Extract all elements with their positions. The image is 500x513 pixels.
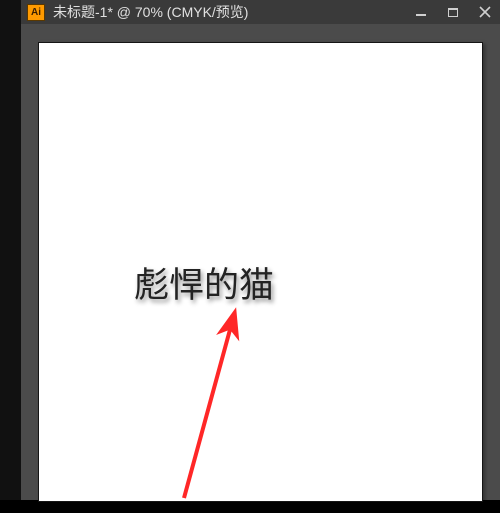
artboard[interactable]: 彪悍的猫 [38, 42, 483, 502]
maximize-button[interactable] [444, 8, 462, 17]
title-bar: Ai 未标题-1* @ 70% (CMYK/预览) [21, 0, 500, 24]
close-button[interactable] [476, 6, 494, 18]
close-icon [479, 6, 491, 18]
text-object[interactable]: 彪悍的猫 [134, 257, 274, 308]
app-icon-label: Ai [31, 7, 41, 18]
app-window: Ai 未标题-1* @ 70% (CMYK/预览) 彪悍的猫 [0, 0, 500, 500]
annotation-arrow-icon [159, 303, 299, 513]
left-margin [0, 0, 21, 500]
window-controls [412, 0, 500, 24]
minimize-button[interactable] [412, 8, 430, 16]
document-title: 未标题-1* @ 70% (CMYK/预览) [53, 2, 248, 22]
workspace: 彪悍的猫 [21, 24, 500, 500]
illustrator-icon: Ai [27, 4, 45, 21]
